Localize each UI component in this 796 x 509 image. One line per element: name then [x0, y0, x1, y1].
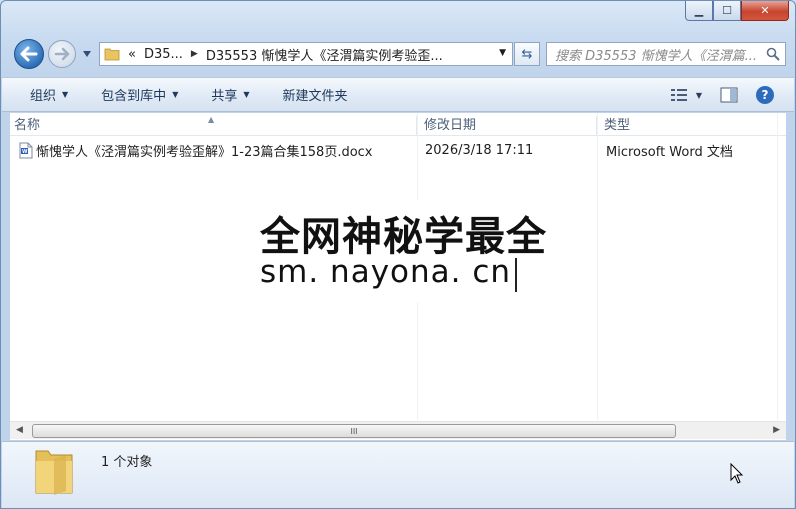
preview-pane-icon[interactable]	[720, 87, 738, 103]
breadcrumb-item[interactable]: D35...	[144, 47, 183, 62]
forward-arrow-icon	[54, 47, 70, 61]
back-arrow-icon	[20, 46, 38, 62]
new-folder-button[interactable]: 新建文件夹	[283, 85, 348, 104]
organize-menu[interactable]: 组织 ▼	[30, 85, 68, 104]
refresh-icon: ⇆	[521, 46, 533, 62]
include-in-library-menu[interactable]: 包含到库中 ▼	[101, 85, 178, 104]
column-header-modified[interactable]: 修改日期	[417, 116, 597, 135]
address-bar[interactable]: « D35... ▶ D35553 惭愧学人《泾渭篇实例考验歪... ▼	[99, 42, 513, 66]
breadcrumb-separator-icon[interactable]: ▶	[191, 49, 198, 59]
details-pane: 1 个对象	[2, 441, 794, 508]
back-button[interactable]	[14, 39, 44, 69]
item-count: 1 个对象	[101, 455, 153, 470]
minimize-button[interactable]: ▁	[685, 1, 713, 21]
file-modified: 2026/3/18 17:11	[425, 142, 534, 158]
details-view-icon	[670, 89, 687, 101]
column-header-type[interactable]: 类型	[597, 116, 778, 135]
view-controls: ▼ ?	[670, 86, 774, 104]
search-placeholder: 搜索 D35553 惭愧学人《泾渭篇...	[555, 48, 758, 64]
column-type-label: 类型	[604, 118, 631, 133]
column-name-label: 名称	[14, 118, 41, 133]
file-type: Microsoft Word 文档	[606, 144, 733, 160]
sort-ascending-icon: ▲	[208, 115, 215, 124]
dropdown-arrow-icon: ▼	[172, 90, 179, 99]
refresh-button[interactable]: ⇆	[514, 42, 540, 66]
watermark-line-2: sm. nayona. cn	[260, 254, 512, 290]
folder-large-icon	[35, 450, 73, 495]
file-name: 惭愧学人《泾渭篇实例考验歪解》1-23篇合集158页.docx	[36, 144, 373, 160]
explorer-window: ▁ ☐ ✕ « D35... ▶ D35553 惭愧学人《泾渭篇实例考验歪...…	[0, 0, 796, 509]
scroll-left-icon[interactable]: ◀	[16, 425, 23, 435]
include-library-label: 包含到库中	[101, 89, 167, 104]
help-icon[interactable]: ?	[756, 86, 774, 104]
breadcrumb-item-current[interactable]: D35553 惭愧学人《泾渭篇实例考验歪...	[206, 45, 443, 64]
share-menu[interactable]: 共享 ▼	[211, 85, 249, 104]
column-modified-label: 修改日期	[424, 118, 477, 133]
command-bar: 组织 ▼ 包含到库中 ▼ 共享 ▼ 新建文件夹 ▼ ?	[2, 77, 794, 112]
folder-icon	[104, 48, 120, 61]
view-dropdown-icon: ▼	[695, 90, 702, 100]
mouse-cursor-icon	[730, 463, 744, 484]
column-headers: 名称 ▲ 修改日期 类型	[10, 115, 786, 136]
text-caret	[515, 258, 517, 292]
breadcrumb-overflow[interactable]: «	[128, 47, 136, 62]
dropdown-arrow-icon: ▼	[62, 90, 69, 99]
file-row[interactable]: W 惭愧学人《泾渭篇实例考验歪解》1-23篇合集158页.docx 2026/3…	[10, 139, 775, 161]
scroll-right-icon[interactable]: ▶	[773, 425, 780, 435]
organize-label: 组织	[30, 89, 57, 104]
word-document-icon: W	[19, 142, 33, 158]
scroll-thumb[interactable]: III	[32, 424, 676, 438]
change-view-button[interactable]: ▼	[670, 88, 702, 102]
maximize-button[interactable]: ☐	[713, 1, 741, 21]
share-label: 共享	[211, 89, 238, 104]
new-folder-label: 新建文件夹	[282, 89, 348, 104]
svg-text:W: W	[22, 149, 28, 155]
close-button[interactable]: ✕	[741, 1, 789, 21]
column-header-name[interactable]: 名称 ▲	[10, 115, 417, 135]
forward-button[interactable]	[48, 40, 76, 68]
address-dropdown-icon[interactable]: ▼	[499, 48, 506, 58]
file-name-cell[interactable]: W 惭愧学人《泾渭篇实例考验歪解》1-23篇合集158页.docx	[10, 141, 422, 160]
recent-pages-dropdown-icon[interactable]	[82, 50, 92, 58]
horizontal-scrollbar[interactable]: ◀ III ▶	[10, 421, 786, 439]
search-input[interactable]: 搜索 D35553 惭愧学人《泾渭篇...	[546, 42, 786, 66]
caption-buttons: ▁ ☐ ✕	[685, 1, 789, 21]
file-list-pane: 名称 ▲ 修改日期 类型 W 惭愧学人《泾渭篇实例考验歪解》1-23篇合集158…	[10, 113, 786, 440]
search-icon[interactable]	[766, 47, 780, 61]
column-divider	[777, 113, 778, 420]
dropdown-arrow-icon: ▼	[243, 90, 250, 99]
scroll-grip: III	[350, 426, 358, 436]
watermark-overlay: 全网神秘学最全 sm. nayona. cn	[252, 200, 558, 302]
